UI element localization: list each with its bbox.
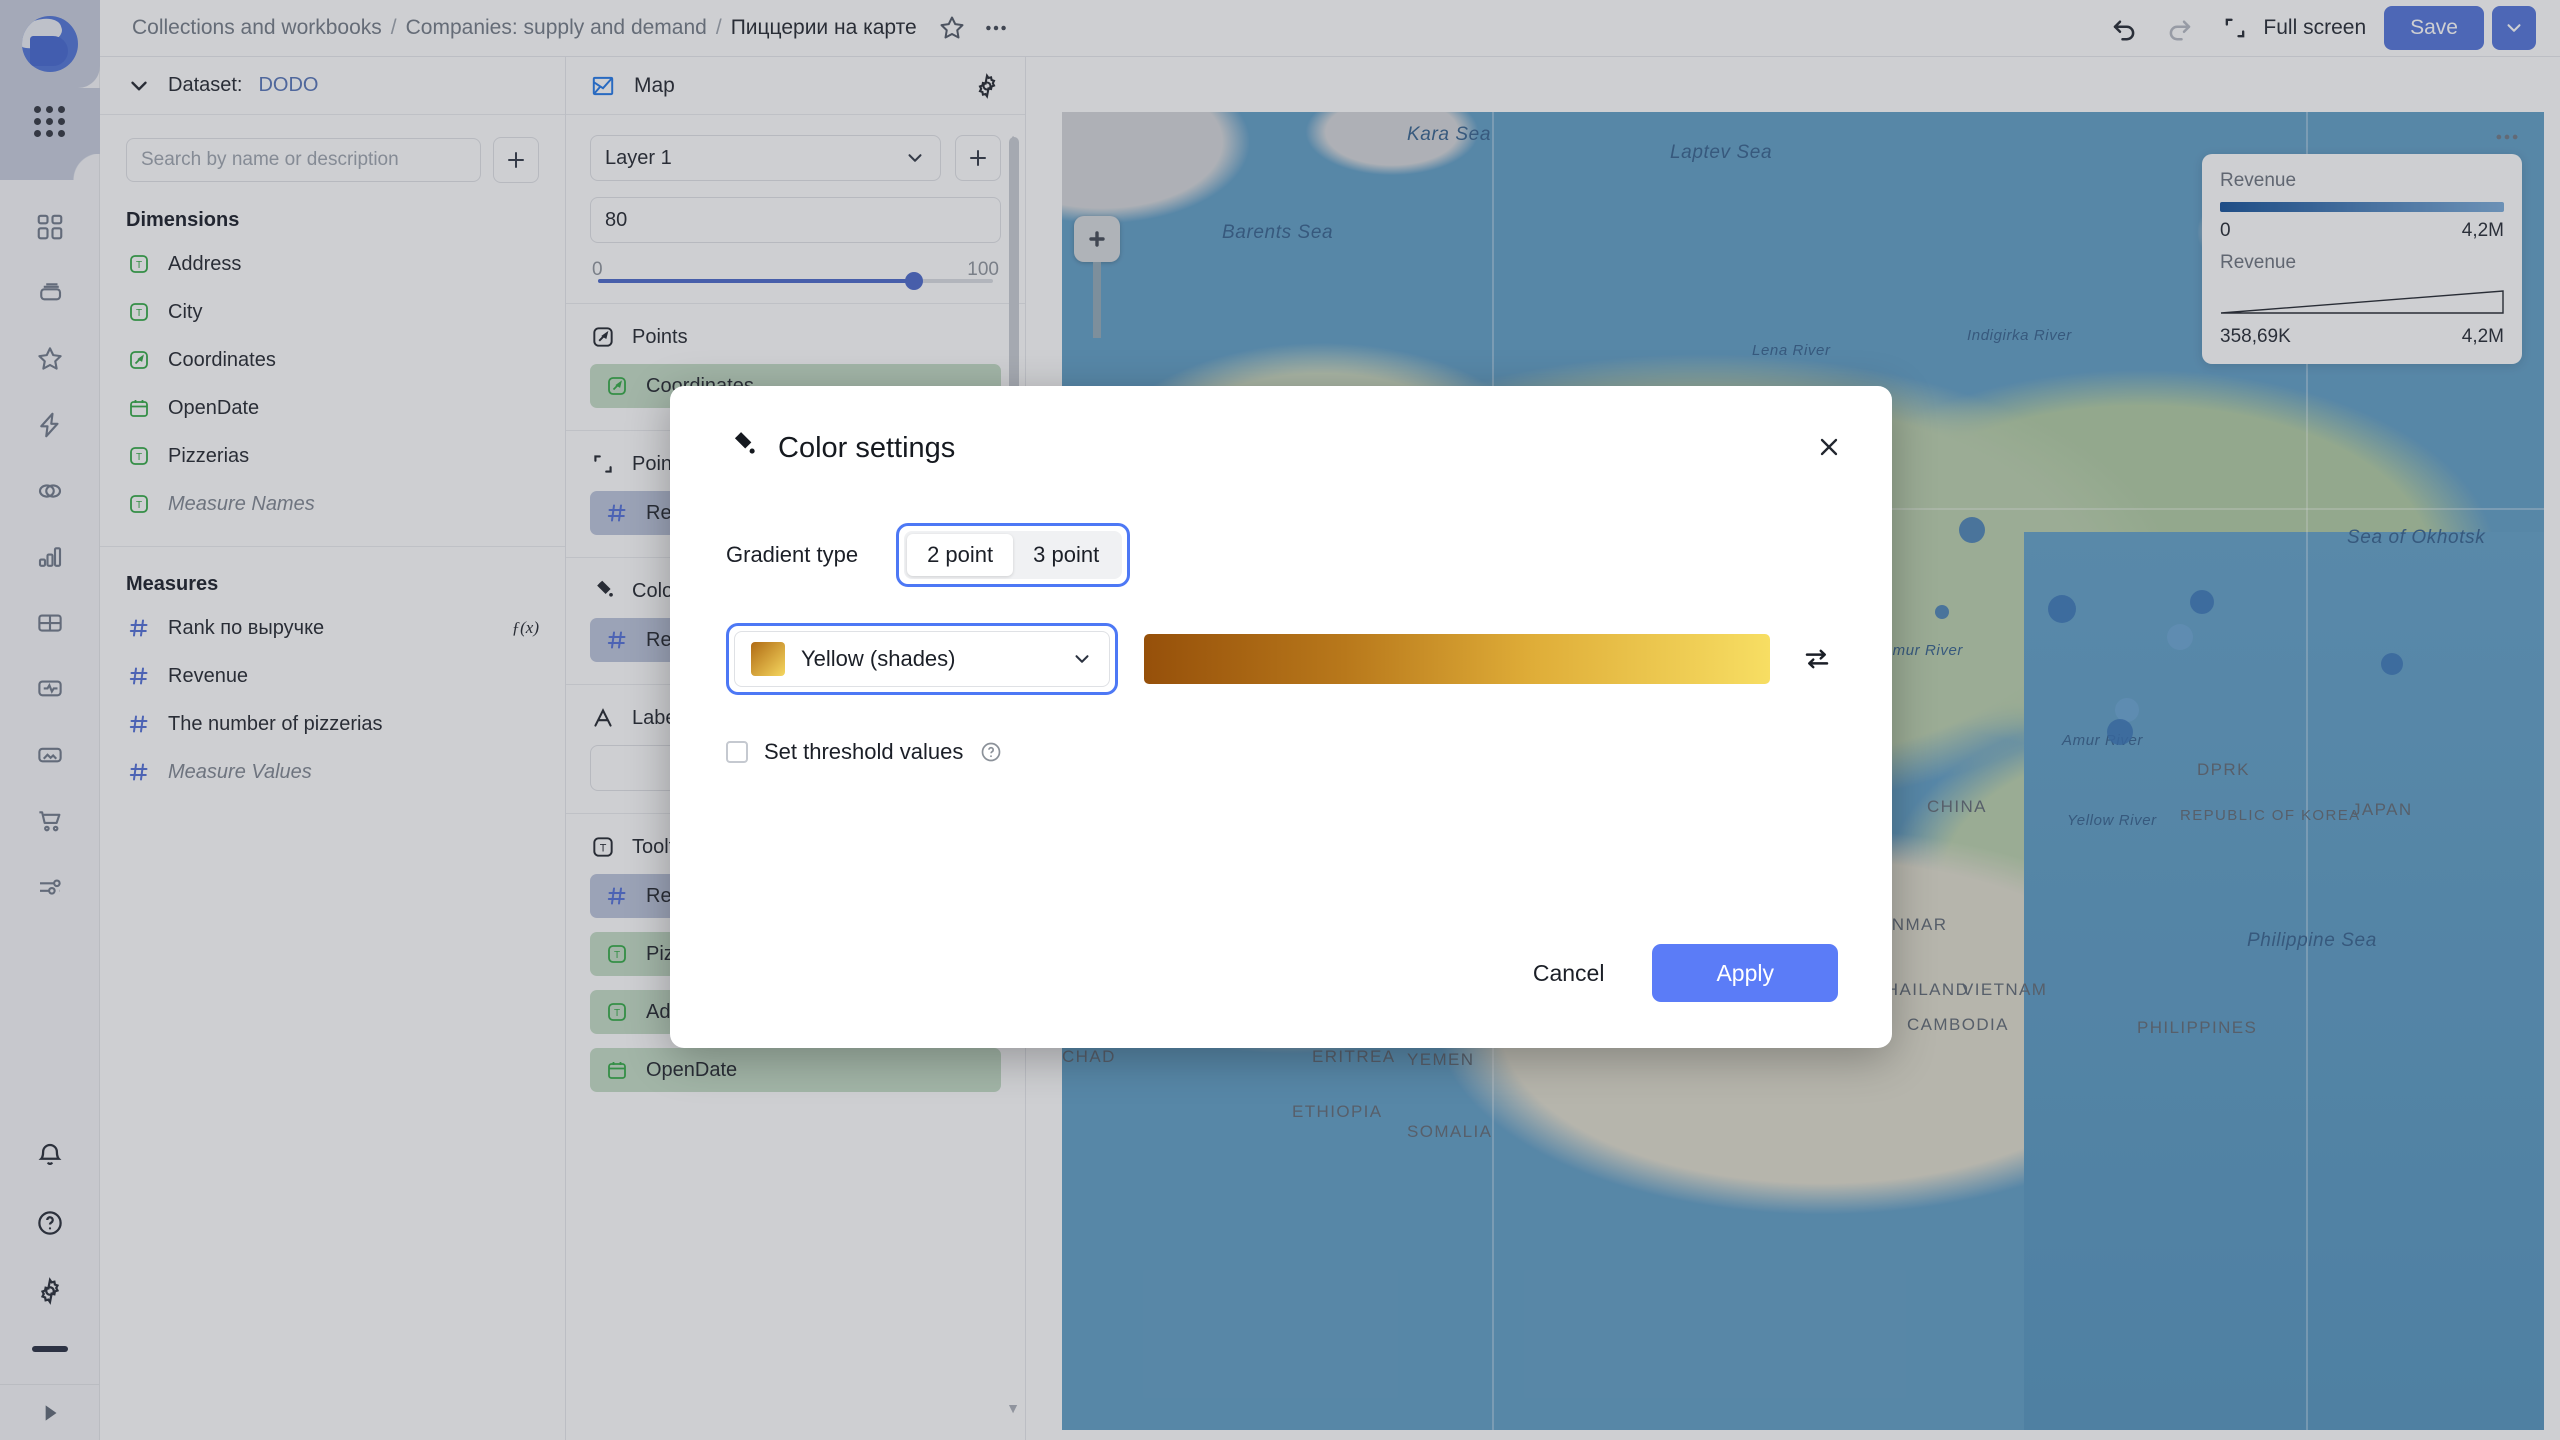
set-threshold-label: Set threshold values — [764, 739, 964, 764]
cancel-button[interactable]: Cancel — [1527, 950, 1611, 997]
palette-focus-ring: Yellow (shades) — [726, 623, 1118, 695]
palette-select[interactable]: Yellow (shades) — [734, 631, 1110, 687]
gradient-preview — [1144, 634, 1771, 684]
chevron-down-icon — [1071, 648, 1093, 670]
modal-title: Color settings — [778, 432, 956, 464]
gradient-type-label: Gradient type — [726, 542, 859, 567]
gradient-type-3point[interactable]: 3 point — [1013, 534, 1119, 576]
swap-gradient-button[interactable] — [1796, 637, 1838, 681]
threshold-row: Set threshold values — [726, 739, 1838, 765]
gradient-type-segmented: 2 point 3 point — [904, 531, 1123, 579]
color-settings-dialog: Color settings Gradient type 2 point 3 p… — [670, 386, 1892, 1048]
gradient-type-2point[interactable]: 2 point — [907, 534, 1014, 576]
close-icon — [1820, 438, 1838, 456]
gradient-type-row: Gradient type 2 point 3 point — [726, 523, 1838, 587]
modal-header: Color settings — [726, 430, 1838, 467]
set-threshold-checkbox[interactable] — [726, 741, 748, 763]
question-circle-icon[interactable] — [979, 740, 1003, 764]
close-button[interactable] — [1808, 426, 1850, 468]
palette-swatch — [751, 642, 785, 676]
apply-button[interactable]: Apply — [1652, 944, 1838, 1002]
palette-name: Yellow (shades) — [801, 646, 956, 671]
swap-arrows-icon — [1805, 649, 1829, 669]
gradient-type-focus-ring: 2 point 3 point — [896, 523, 1131, 587]
modal-actions: Cancel Apply — [1527, 944, 1838, 1002]
palette-row: Yellow (shades) — [726, 623, 1838, 695]
paint-bucket-icon — [726, 430, 758, 467]
